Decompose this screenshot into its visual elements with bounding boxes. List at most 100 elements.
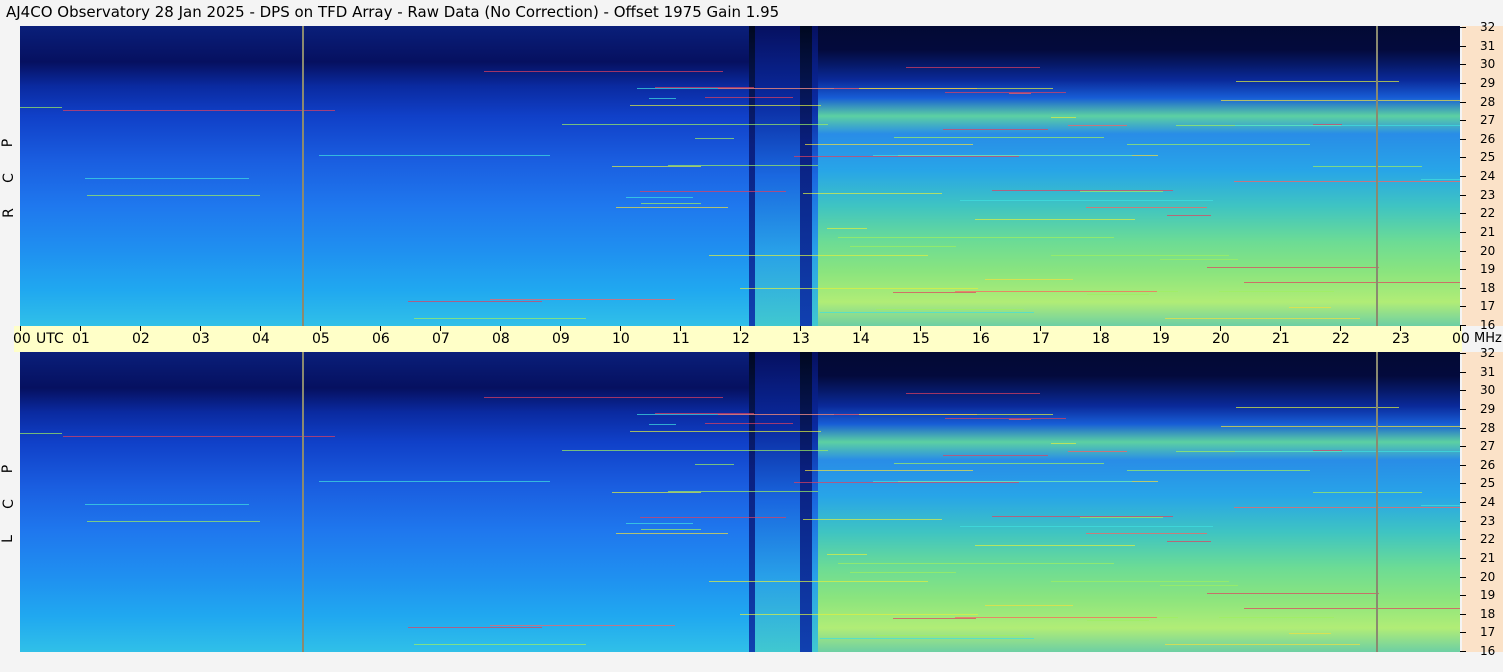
freq-tick bbox=[1460, 614, 1466, 615]
data-gap bbox=[800, 352, 812, 652]
interference-streak bbox=[1127, 144, 1310, 145]
data-gap bbox=[749, 26, 755, 326]
interference-streak bbox=[490, 625, 675, 626]
interference-streak bbox=[1421, 179, 1460, 180]
interference-streak bbox=[859, 88, 1053, 89]
interference-streak bbox=[1160, 259, 1238, 260]
freq-tick bbox=[1460, 288, 1466, 289]
freq-tick-label: 25 bbox=[1480, 476, 1496, 490]
interference-streak bbox=[1221, 426, 1460, 427]
freq-tick bbox=[1460, 139, 1466, 140]
freq-tick bbox=[1460, 176, 1466, 177]
interference-streak bbox=[1234, 181, 1460, 182]
time-tick-label: 08 bbox=[492, 331, 510, 347]
interference-streak bbox=[1167, 215, 1211, 216]
freq-tick bbox=[1460, 306, 1466, 307]
interference-streak bbox=[859, 414, 1053, 415]
high-activity-region bbox=[818, 26, 1460, 326]
interference-streak bbox=[1068, 125, 1127, 126]
freq-tick bbox=[1460, 27, 1466, 28]
freq-tick-label: 24 bbox=[1480, 495, 1496, 509]
interference-streak bbox=[838, 237, 1114, 238]
freq-tick bbox=[1460, 269, 1466, 270]
interference-streak bbox=[414, 318, 586, 319]
interference-streak bbox=[616, 533, 728, 534]
interference-streak bbox=[1236, 407, 1399, 408]
interference-streak bbox=[85, 178, 249, 179]
time-marker-line bbox=[1376, 352, 1378, 652]
interference-streak bbox=[562, 124, 828, 125]
interference-streak bbox=[408, 627, 542, 628]
time-tick bbox=[800, 326, 801, 331]
interference-streak bbox=[87, 521, 260, 522]
interference-streak bbox=[945, 418, 1066, 419]
freq-tick-label: 23 bbox=[1480, 188, 1496, 202]
interference-streak bbox=[626, 523, 693, 524]
interference-streak bbox=[1244, 608, 1460, 609]
time-tick-label: 18 bbox=[1092, 331, 1110, 347]
time-tick-label: 04 bbox=[252, 331, 270, 347]
interference-streak bbox=[695, 464, 734, 465]
interference-streak bbox=[668, 165, 818, 166]
freq-tick bbox=[1460, 46, 1466, 47]
interference-streak bbox=[820, 312, 1034, 313]
interference-streak bbox=[975, 545, 1135, 546]
time-tick-label: 20 bbox=[1212, 331, 1230, 347]
freq-tick-label: 24 bbox=[1480, 169, 1496, 183]
interference-streak bbox=[850, 572, 956, 573]
time-tick-label: 00 bbox=[13, 331, 31, 347]
lcp-spectrogram bbox=[20, 352, 1460, 652]
time-tick-label: 17 bbox=[1032, 331, 1050, 347]
interference-streak bbox=[943, 129, 1048, 130]
interference-streak bbox=[906, 393, 1040, 394]
interference-streak bbox=[1313, 492, 1422, 493]
freq-tick-label: 32 bbox=[1480, 346, 1496, 360]
freq-tick bbox=[1460, 521, 1466, 522]
time-tick bbox=[980, 326, 981, 331]
freq-tick-label: 20 bbox=[1480, 244, 1496, 258]
interference-streak bbox=[695, 138, 734, 139]
interference-streak bbox=[414, 644, 586, 645]
interference-streak bbox=[1086, 533, 1207, 534]
interference-streak bbox=[1051, 117, 1076, 118]
interference-streak bbox=[985, 605, 1073, 606]
interference-streak bbox=[906, 67, 1040, 68]
time-marker-line bbox=[302, 26, 304, 326]
interference-streak bbox=[794, 482, 1019, 483]
interference-streak bbox=[1080, 191, 1163, 192]
time-tick bbox=[1040, 326, 1041, 331]
interference-streak bbox=[1165, 644, 1360, 645]
freq-tick-label: 18 bbox=[1480, 281, 1496, 295]
interference-streak bbox=[616, 207, 728, 208]
freq-tick bbox=[1460, 64, 1466, 65]
interference-streak bbox=[955, 291, 1157, 292]
interference-streak bbox=[1235, 125, 1460, 126]
interference-streak bbox=[820, 638, 1034, 639]
time-tick-label: 23 bbox=[1392, 331, 1410, 347]
interference-streak bbox=[1235, 451, 1460, 452]
interference-streak bbox=[626, 197, 693, 198]
freq-tick bbox=[1460, 251, 1466, 252]
time-marker-line bbox=[1376, 26, 1378, 326]
freq-tick-label: 28 bbox=[1480, 95, 1496, 109]
interference-streak bbox=[893, 292, 976, 293]
rcp-letter-r: R bbox=[0, 208, 17, 218]
interference-streak bbox=[640, 191, 786, 192]
interference-streak bbox=[490, 299, 675, 300]
freq-tick-label: 20 bbox=[1480, 570, 1496, 584]
interference-streak bbox=[1051, 581, 1229, 582]
time-tick-label: 15 bbox=[912, 331, 930, 347]
time-tick bbox=[320, 326, 321, 331]
interference-streak bbox=[740, 288, 978, 289]
freq-tick-label: 32 bbox=[1480, 20, 1496, 34]
time-tick-label: 13 bbox=[792, 331, 810, 347]
freq-tick-label: 29 bbox=[1480, 402, 1496, 416]
time-tick bbox=[740, 326, 741, 331]
lcp-letter-p: P bbox=[0, 464, 17, 474]
freq-tick-label: 16 bbox=[1480, 318, 1496, 332]
interference-streak bbox=[562, 450, 828, 451]
freq-tick bbox=[1460, 353, 1466, 354]
time-tick bbox=[1460, 326, 1461, 331]
freq-tick bbox=[1460, 232, 1466, 233]
freq-tick bbox=[1460, 213, 1466, 214]
